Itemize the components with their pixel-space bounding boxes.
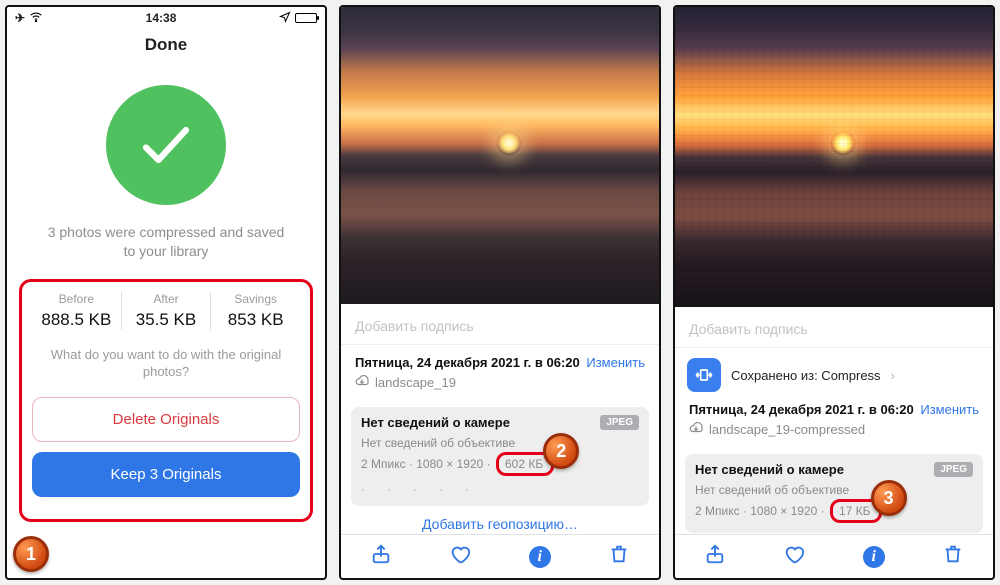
stat-savings-value: 853 KB	[211, 310, 300, 330]
filename: landscape_19-compressed	[709, 422, 865, 437]
stat-after-label: After	[122, 292, 211, 306]
screen-compress-done: ✈︎ 14:38 Done 3 photos were compressed a…	[5, 5, 327, 580]
step-badge-3: 3	[871, 480, 907, 516]
photo-preview[interactable]	[675, 7, 993, 307]
stat-before-value: 888.5 KB	[32, 310, 121, 330]
cloud-icon	[689, 421, 703, 438]
success-message: 3 photos were compressed and saved to yo…	[7, 223, 325, 279]
share-icon[interactable]	[704, 543, 726, 570]
keep-originals-button[interactable]: Keep 3 Originals	[32, 452, 300, 497]
delete-originals-button[interactable]: Delete Originals	[32, 397, 300, 442]
heart-icon[interactable]	[783, 543, 805, 570]
step-badge-2: 2	[543, 433, 579, 469]
status-bar: ✈︎ 14:38	[7, 7, 325, 29]
location-icon	[279, 11, 291, 26]
highlight-size-3: 17 КБ 3	[830, 499, 882, 523]
file-size: 602 КБ	[505, 457, 543, 471]
dash: -	[439, 482, 443, 496]
resolution-line: 2 Мпикс · 1080 × 1920 ·	[361, 457, 491, 471]
resolution-line: 2 Мпикс · 1080 × 1920 ·	[695, 504, 825, 518]
stat-before-label: Before	[32, 292, 121, 306]
origin-text[interactable]: Сохранено из: Compress	[731, 368, 881, 383]
share-icon[interactable]	[370, 543, 392, 570]
caption-field[interactable]: Добавить подпись	[675, 307, 993, 348]
heart-icon[interactable]	[449, 543, 471, 570]
info-icon[interactable]: i	[863, 546, 885, 568]
format-tag: JPEG	[934, 462, 973, 477]
edit-date-button[interactable]: Изменить	[920, 402, 979, 417]
wifi-icon	[29, 10, 43, 27]
originals-prompt: What do you want to do with the original…	[32, 346, 300, 397]
format-tag: JPEG	[600, 415, 639, 430]
airplane-icon: ✈︎	[15, 11, 25, 25]
dash: -	[465, 482, 469, 496]
caption-field[interactable]: Добавить подпись	[341, 304, 659, 345]
lens-line: Нет сведений об объективе	[695, 483, 973, 497]
edit-date-button[interactable]: Изменить	[586, 355, 645, 370]
photo-toolbar: i	[341, 534, 659, 578]
photo-date: Пятница, 24 декабря 2021 г. в 06:20	[355, 355, 580, 370]
stat-after-value: 35.5 KB	[122, 310, 211, 330]
info-icon[interactable]: i	[529, 546, 551, 568]
app-origin-icon	[687, 358, 721, 392]
trash-icon[interactable]	[608, 543, 630, 570]
stat-savings-label: Savings	[211, 292, 300, 306]
page-title: Done	[7, 29, 325, 65]
battery-icon	[295, 13, 317, 23]
step-badge-1: 1	[13, 536, 49, 572]
file-size: 17 КБ	[839, 504, 871, 518]
dash: -	[413, 482, 417, 496]
success-check-icon	[106, 85, 226, 205]
camera-info-box: Нет сведений о камере JPEG Нет сведений …	[351, 407, 649, 506]
camera-header: Нет сведений о камере	[361, 415, 510, 430]
photo-date: Пятница, 24 декабря 2021 г. в 06:20	[689, 402, 914, 417]
dash: -	[361, 482, 365, 496]
screen-photo-compressed: Добавить подпись Сохранено из: Compress …	[673, 5, 995, 580]
screen-photo-original: Добавить подпись Пятница, 24 декабря 202…	[339, 5, 661, 580]
cloud-icon	[355, 374, 369, 391]
add-geo-button[interactable]: Добавить геопозицию…	[341, 506, 659, 534]
trash-icon[interactable]	[942, 543, 964, 570]
status-time: 14:38	[146, 11, 177, 25]
lens-line: Нет сведений об объективе	[361, 436, 639, 450]
photo-preview[interactable]	[341, 7, 659, 304]
highlight-size-2: 602 КБ 2	[496, 452, 554, 476]
chevron-right-icon: ›	[891, 368, 895, 383]
filename: landscape_19	[375, 375, 456, 390]
dash: -	[387, 482, 391, 496]
camera-header: Нет сведений о камере	[695, 462, 844, 477]
photo-toolbar: i	[675, 534, 993, 578]
highlight-frame-1: Before 888.5 KB After 35.5 KB Savings 85…	[19, 279, 313, 522]
camera-info-box: Нет сведений о камере JPEG Нет сведений …	[685, 454, 983, 533]
stats-row: Before 888.5 KB After 35.5 KB Savings 85…	[32, 292, 300, 330]
